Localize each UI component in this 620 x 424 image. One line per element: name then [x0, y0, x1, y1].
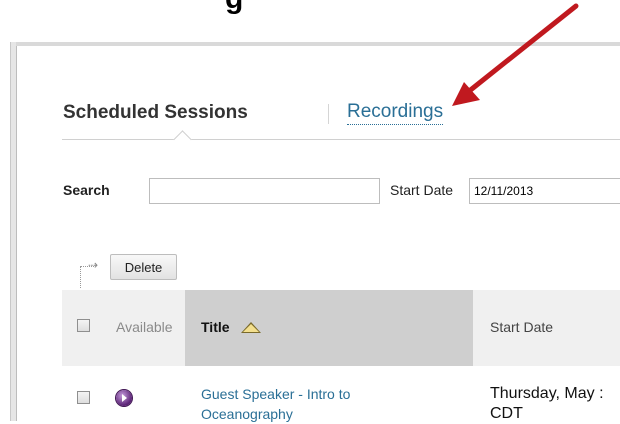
search-input[interactable]	[149, 178, 380, 204]
red-annotation-arrow-icon	[452, 3, 579, 106]
start-date-input[interactable]	[469, 178, 620, 204]
session-start-line1: Thursday, May :	[490, 385, 604, 402]
tab-scheduled-sessions[interactable]: Scheduled Sessions	[63, 102, 248, 124]
row-checkbox[interactable]	[77, 391, 90, 404]
column-header-title[interactable]: Title	[201, 319, 230, 335]
session-start-line2: CDT	[490, 405, 523, 422]
search-label: Search	[63, 182, 110, 198]
connector-arrow-icon: ⇢	[88, 258, 99, 272]
tab-separator	[328, 104, 329, 124]
heading-fragment: g	[225, 0, 243, 16]
start-date-label: Start Date	[390, 182, 454, 198]
select-all-checkbox[interactable]	[77, 319, 90, 332]
column-header-start-date[interactable]: Start Date	[490, 319, 553, 335]
sort-ascending-icon[interactable]	[241, 322, 261, 333]
column-header-available[interactable]: Available	[116, 319, 173, 335]
session-start-date: Thursday, May : CDT	[490, 384, 620, 424]
session-title-link[interactable]: Guest Speaker - Intro to Oceanography	[201, 384, 431, 424]
tab-recordings[interactable]: Recordings	[347, 101, 444, 125]
tab-underline	[62, 139, 620, 140]
active-tab-pointer	[173, 130, 192, 149]
window-frame-inner-border	[16, 46, 17, 421]
delete-button[interactable]: Delete	[110, 254, 177, 280]
session-title-line1: Guest Speaker - Intro to	[201, 386, 351, 402]
purple-arrow-circle-icon[interactable]	[116, 390, 132, 406]
session-title-line2: Oceanography	[201, 406, 293, 422]
